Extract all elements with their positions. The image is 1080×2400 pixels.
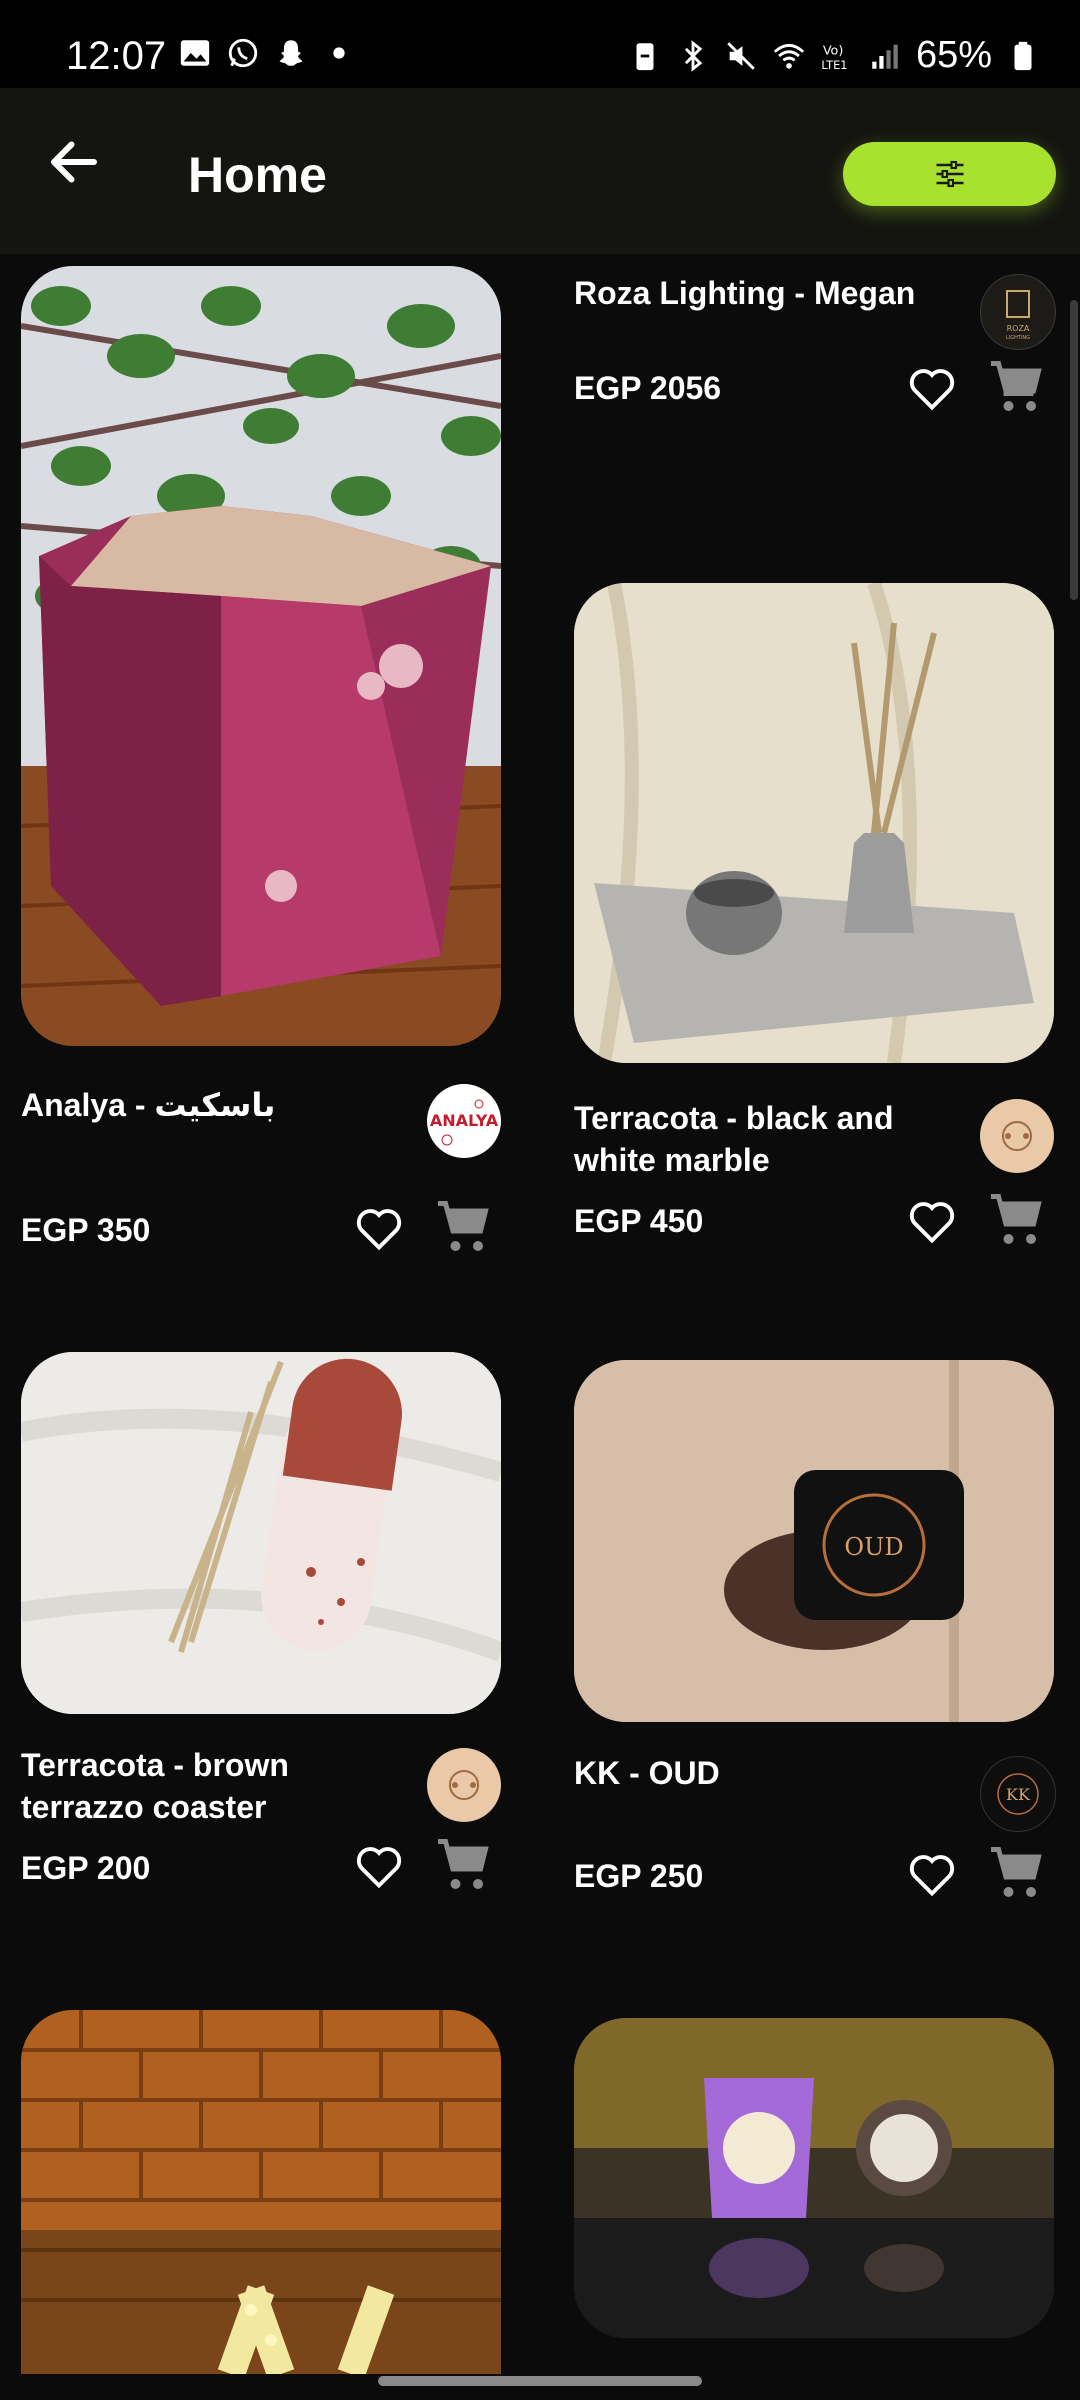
product-price: EGP 450 — [574, 1203, 704, 1239]
kk-logo: KK — [997, 1773, 1039, 1815]
battery-icon — [1014, 41, 1032, 70]
shop-logo[interactable]: KK — [980, 1756, 1056, 1832]
mute-icon — [727, 41, 755, 70]
cart-icon[interactable] — [986, 356, 1046, 416]
volte-icon: Vo)LTE1 — [821, 43, 847, 71]
app-bar: Home — [0, 88, 1080, 254]
cart-icon[interactable] — [986, 1842, 1046, 1902]
terracota-logo — [1002, 1121, 1032, 1151]
sliders-icon — [936, 160, 963, 188]
product-image[interactable] — [574, 583, 1054, 1063]
cart-icon[interactable] — [433, 1834, 493, 1894]
gallery-icon — [180, 40, 210, 66]
wifi-icon — [773, 43, 805, 69]
product-image[interactable]: OUD — [574, 1360, 1054, 1722]
home-indicator[interactable] — [378, 2376, 702, 2386]
dot-icon — [333, 47, 345, 59]
product-name[interactable]: Terracota - brown terrazzo coaster — [21, 1744, 401, 1828]
shop-logo[interactable] — [427, 1748, 501, 1822]
product-price: EGP 2056 — [574, 370, 722, 406]
bluetooth-icon — [684, 39, 703, 72]
product-card[interactable]: Analya - باسكيت ANALYA EGP 350 — [21, 266, 501, 1251]
oud-candle-photo: OUD — [574, 1360, 1054, 1722]
cart-icon[interactable] — [433, 1196, 493, 1256]
product-image[interactable] — [21, 1352, 501, 1714]
heart-icon[interactable] — [904, 362, 960, 414]
page-title: Home — [188, 147, 327, 203]
svg-text:LTE1: LTE1 — [821, 57, 847, 71]
svg-text:ANALYA: ANALYA — [430, 1111, 499, 1130]
heart-icon[interactable] — [904, 1848, 960, 1900]
filter-button[interactable] — [843, 142, 1056, 206]
product-card[interactable] — [21, 2010, 501, 2374]
battery-saver-icon — [636, 42, 654, 70]
shop-logo[interactable]: ANALYA — [427, 1084, 501, 1158]
heart-icon[interactable] — [351, 1202, 407, 1254]
status-left-icons — [178, 36, 356, 70]
basket-photo — [21, 266, 501, 1046]
svg-text:OUD: OUD — [844, 1533, 903, 1561]
product-card[interactable]: Terracota - black and white marble EGP 4… — [574, 583, 1054, 1263]
product-image[interactable] — [21, 2010, 501, 2374]
product-grid[interactable]: Roza Lighting - Megan ROZA LIGHTING EGP 2… — [0, 254, 1080, 2374]
coaster-photo — [21, 1352, 501, 1714]
product-price: EGP 250 — [574, 1858, 704, 1894]
battery-percent: 65% — [915, 34, 992, 76]
product-image[interactable] — [574, 2018, 1054, 2338]
heart-icon[interactable] — [904, 1195, 960, 1247]
product-card[interactable]: Roza Lighting - Megan ROZA LIGHTING EGP 2… — [574, 254, 1056, 614]
product-card[interactable]: Terracota - brown terrazzo coaster EGP 2… — [21, 1352, 501, 2012]
product-price: EGP 350 — [21, 1212, 151, 1248]
product-name[interactable]: Roza Lighting - Megan — [574, 272, 954, 314]
scrollbar[interactable] — [1070, 300, 1078, 600]
product-name[interactable]: KK - OUD — [574, 1752, 954, 1794]
status-right: Vo) LTE1 65% — [628, 34, 1040, 77]
signal-icon — [872, 44, 898, 69]
product-card[interactable] — [574, 2018, 1054, 2338]
marble-photo — [574, 583, 1054, 1063]
whatsapp-icon — [228, 38, 258, 68]
status-bar: 12:07 Vo) LTE1 65% — [0, 0, 1080, 88]
status-time: 12:07 — [66, 34, 167, 78]
analya-logo: ANALYA — [430, 1099, 499, 1146]
product-name[interactable]: Terracota - black and white marble — [574, 1097, 954, 1181]
cart-icon[interactable] — [986, 1189, 1046, 1249]
roza-lighting-logo: ROZA LIGHTING — [1006, 290, 1030, 341]
shop-logo[interactable] — [980, 1099, 1054, 1173]
product-name[interactable]: Analya - باسكيت — [21, 1084, 401, 1126]
svg-text:LIGHTING: LIGHTING — [1006, 335, 1030, 341]
svg-text:KK: KK — [1006, 1785, 1031, 1804]
snapchat-icon — [279, 40, 303, 66]
arrow-left-icon[interactable] — [44, 132, 104, 192]
product-card[interactable]: OUD KK - OUD KK EGP 250 — [574, 1360, 1056, 2020]
heart-icon[interactable] — [351, 1840, 407, 1892]
svg-text:ROZA: ROZA — [1007, 324, 1030, 333]
shop-logo[interactable]: ROZA LIGHTING — [980, 274, 1056, 350]
terracota-logo — [449, 1770, 479, 1800]
svg-text:Vo): Vo) — [823, 43, 844, 58]
brick-light-photo — [21, 2010, 501, 2374]
product-image[interactable] — [21, 266, 501, 1046]
product-price: EGP 200 — [21, 1850, 151, 1886]
purple-candle-photo — [574, 2018, 1054, 2338]
